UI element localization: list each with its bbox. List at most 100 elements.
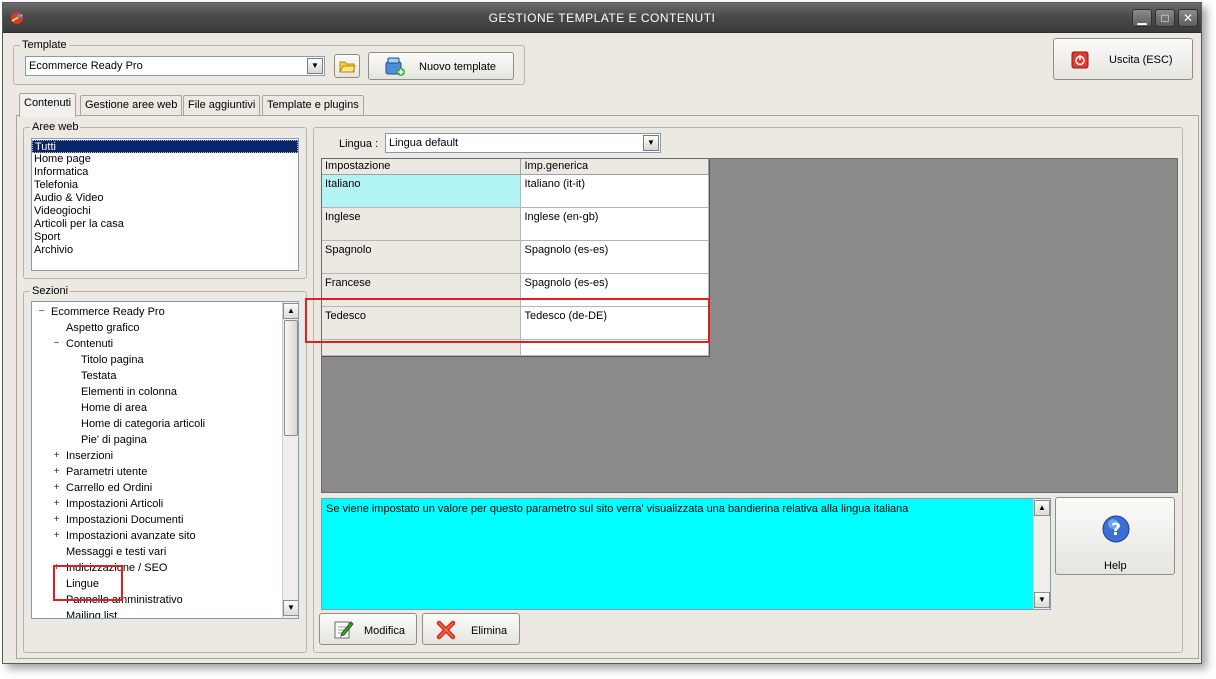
list-item[interactable]: Videogiochi bbox=[32, 205, 298, 218]
tree-item-label: Parametri utente bbox=[66, 466, 148, 478]
tree-item-label: Carrello ed Ordini bbox=[66, 482, 153, 494]
tree-item[interactable]: + Carrello ed Ordini bbox=[32, 480, 282, 496]
lingua-label: Lingua : bbox=[339, 138, 379, 150]
aree-web-list[interactable]: Tutti Home page Informatica Telefonia Audio … bbox=[31, 138, 299, 271]
table-cell[interactable]: Spagnolo (es-es) bbox=[521, 274, 709, 306]
grid-column-header[interactable]: Impostazione bbox=[322, 159, 522, 174]
scroll-down-icon[interactable]: ▼ bbox=[283, 600, 298, 616]
expand-icon[interactable]: + bbox=[52, 467, 61, 477]
expand-icon[interactable]: + bbox=[52, 483, 61, 493]
list-item[interactable]: Audio & Video bbox=[32, 192, 298, 205]
title-bar[interactable]: GESTIONE TEMPLATE E CONTENUTI ▁ □ ✕ bbox=[3, 3, 1201, 33]
settings-grid[interactable]: Impostazione Imp.generica Italiano Italia… bbox=[322, 159, 710, 357]
modifica-button[interactable]: Modifica bbox=[319, 613, 417, 645]
tree-item[interactable]: Testata bbox=[32, 368, 282, 384]
tree-item[interactable]: Lingue bbox=[32, 576, 282, 592]
template-select[interactable]: Ecommerce Ready Pro ▼ bbox=[25, 56, 325, 76]
grid-column-header[interactable]: Imp.generica bbox=[521, 159, 709, 174]
collapse-icon[interactable]: − bbox=[37, 307, 46, 317]
table-row[interactable] bbox=[322, 340, 709, 356]
expand-icon[interactable]: + bbox=[52, 499, 61, 509]
table-row[interactable]: Tedesco Tedesco (de-DE) bbox=[322, 307, 709, 340]
tab-gestione-aree-web[interactable]: Gestione aree web bbox=[80, 95, 183, 115]
table-cell[interactable]: Inglese (en-gb) bbox=[521, 208, 709, 240]
table-cell[interactable]: Tedesco (de-DE) bbox=[521, 307, 709, 339]
svg-text:?: ? bbox=[1111, 520, 1121, 540]
sezioni-tree[interactable]: − Ecommerce Ready Pro Aspetto grafico − Cont… bbox=[31, 301, 299, 619]
lingua-select[interactable]: Lingua default ▼ bbox=[385, 133, 661, 153]
description-scrollbar[interactable]: ▲ ▼ bbox=[1033, 499, 1050, 609]
table-cell[interactable]: Inglese bbox=[322, 208, 522, 240]
close-button[interactable]: ✕ bbox=[1178, 9, 1198, 27]
table-cell[interactable] bbox=[322, 340, 522, 355]
tree-item[interactable]: + Impostazioni Documenti bbox=[32, 512, 282, 528]
list-item[interactable]: Sport bbox=[32, 231, 298, 244]
table-cell[interactable] bbox=[521, 340, 709, 355]
tree-item[interactable]: + Parametri utente bbox=[32, 464, 282, 480]
new-template-button[interactable]: Nuovo template bbox=[368, 52, 514, 80]
chevron-down-icon[interactable]: ▼ bbox=[643, 135, 659, 151]
list-item[interactable]: Telefonia bbox=[32, 179, 298, 192]
scroll-down-icon[interactable]: ▼ bbox=[1034, 592, 1050, 608]
tree-item-label: Messaggi e testi vari bbox=[66, 546, 167, 558]
tab-contenuti[interactable]: Contenuti bbox=[19, 93, 77, 117]
tree-item[interactable]: Titolo pagina bbox=[32, 352, 282, 368]
sezioni-scrollbar[interactable]: ▲ ▼ bbox=[282, 302, 298, 618]
exit-button[interactable]: Uscita (ESC) bbox=[1053, 38, 1193, 80]
tree-item[interactable]: + Indicizzazione / SEO bbox=[32, 560, 282, 576]
expand-icon[interactable]: + bbox=[52, 531, 61, 541]
minimize-button[interactable]: ▁ bbox=[1132, 9, 1152, 27]
table-row[interactable]: Spagnolo Spagnolo (es-es) bbox=[322, 241, 709, 274]
expand-icon[interactable]: + bbox=[52, 515, 61, 525]
table-cell[interactable]: Italiano bbox=[322, 175, 522, 207]
open-folder-button[interactable] bbox=[334, 54, 360, 78]
elimina-button[interactable]: Elimina bbox=[422, 613, 520, 645]
expand-icon[interactable]: + bbox=[52, 563, 61, 573]
list-item[interactable]: Articoli per la casa bbox=[32, 218, 298, 231]
chevron-down-icon[interactable]: ▼ bbox=[307, 58, 323, 74]
table-cell[interactable]: Spagnolo bbox=[322, 241, 522, 273]
list-item[interactable]: Archivio bbox=[32, 244, 298, 257]
template-select-value: Ecommerce Ready Pro bbox=[29, 60, 143, 72]
tree-item[interactable]: Aspetto grafico bbox=[32, 320, 282, 336]
tree-item[interactable]: Elementi in colonna bbox=[32, 384, 282, 400]
tree-item[interactable]: + Impostazioni avanzate sito bbox=[32, 528, 282, 544]
tree-item-label: Indicizzazione / SEO bbox=[66, 562, 168, 574]
table-cell[interactable]: Tedesco bbox=[322, 307, 522, 339]
tree-item[interactable]: − Ecommerce Ready Pro bbox=[32, 304, 282, 320]
list-item[interactable]: Informatica bbox=[32, 166, 298, 179]
maximize-button[interactable]: □ bbox=[1155, 9, 1175, 27]
tree-item[interactable]: + Inserzioni bbox=[32, 448, 282, 464]
help-label: Help bbox=[1104, 560, 1127, 572]
scroll-up-icon[interactable]: ▲ bbox=[1034, 500, 1050, 516]
tree-item[interactable]: Messaggi e testi vari bbox=[32, 544, 282, 560]
scroll-thumb[interactable] bbox=[284, 320, 298, 436]
collapse-icon[interactable]: − bbox=[52, 339, 61, 349]
help-icon: ? bbox=[1102, 515, 1130, 543]
expand-icon[interactable]: + bbox=[52, 451, 61, 461]
table-cell[interactable]: Spagnolo (es-es) bbox=[521, 241, 709, 273]
tree-item[interactable]: Mailing list bbox=[32, 608, 282, 618]
tab-file-aggiuntivi[interactable]: File aggiuntivi bbox=[183, 95, 261, 115]
description-text: Se viene impostato un valore per questo … bbox=[326, 503, 909, 515]
tab-template-e-plugins[interactable]: Template e plugins bbox=[262, 95, 364, 115]
tree-item[interactable]: Pannello amministrativo bbox=[32, 592, 282, 608]
lingua-select-value: Lingua default bbox=[389, 137, 459, 149]
tree-item[interactable]: − Contenuti bbox=[32, 336, 282, 352]
tree-item[interactable]: Home di area bbox=[32, 400, 282, 416]
table-cell[interactable]: Francese bbox=[322, 274, 522, 306]
table-cell[interactable]: Italiano (it-it) bbox=[521, 175, 709, 207]
aree-web-legend: Aree web bbox=[30, 121, 81, 133]
tree-item[interactable]: Pie' di pagina bbox=[32, 432, 282, 448]
table-row[interactable]: Italiano Italiano (it-it) bbox=[322, 175, 709, 208]
tree-item[interactable]: Home di categoria articoli bbox=[32, 416, 282, 432]
list-item[interactable]: Home page bbox=[32, 153, 298, 166]
list-item[interactable]: Tutti bbox=[32, 140, 298, 153]
tree-item[interactable]: + Impostazioni Articoli bbox=[32, 496, 282, 512]
table-row[interactable]: Inglese Inglese (en-gb) bbox=[322, 208, 709, 241]
tree-item-label: Pie' di pagina bbox=[81, 434, 147, 446]
table-row[interactable]: Francese Spagnolo (es-es) bbox=[322, 274, 709, 307]
description-box[interactable]: Se viene impostato un valore per questo … bbox=[321, 498, 1051, 610]
scroll-up-icon[interactable]: ▲ bbox=[283, 303, 298, 319]
help-button[interactable]: ? Help bbox=[1055, 497, 1175, 575]
